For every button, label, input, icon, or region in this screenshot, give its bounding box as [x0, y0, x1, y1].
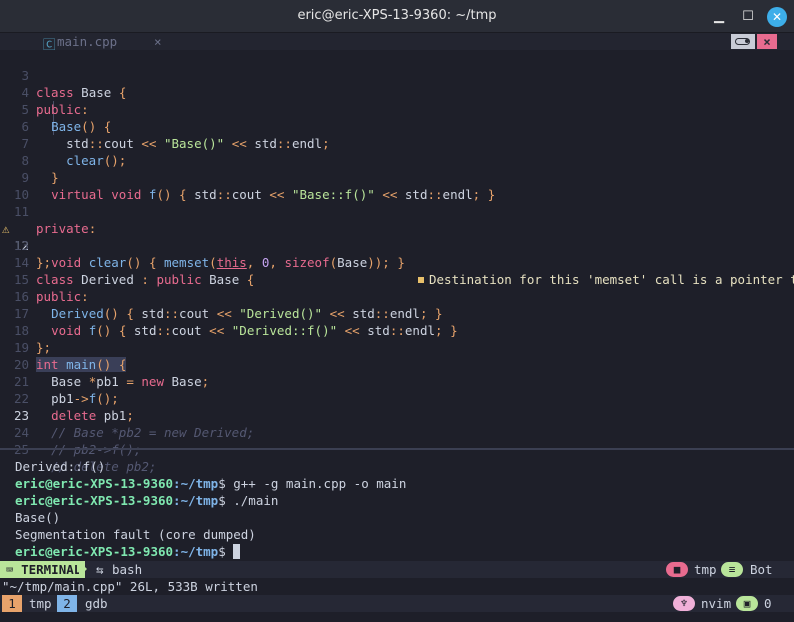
- tmux-window-number[interactable]: 1: [2, 595, 22, 612]
- terminal-pane[interactable]: Derived::f() eric@eric-XPS-13-9360:~/tmp…: [0, 450, 794, 561]
- editor-tabline: 🄲 main.cpp × ×: [0, 33, 794, 52]
- window-title: eric@eric-XPS-13-9360: ~/tmp: [297, 8, 497, 23]
- lines-icon: ≡: [728, 563, 736, 576]
- tab-main-cpp[interactable]: 🄲 main.cpp ×: [40, 33, 170, 52]
- close-icon[interactable]: ✕: [767, 7, 787, 27]
- toggle-icon[interactable]: [731, 34, 755, 49]
- terminal-icon: ⌨: [6, 562, 14, 577]
- folder-icon: ■: [673, 563, 681, 576]
- code-line: 16 Derived() { std::cout << "Derived()" …: [0, 271, 794, 321]
- position-text: Bot: [750, 562, 773, 577]
- code-line: 4 public:: [0, 67, 794, 117]
- window-titlebar: eric@eric-XPS-13-9360: ~/tmp ▁ ☐ ✕: [0, 0, 794, 33]
- code-line: 8 }: [0, 135, 794, 185]
- code-line-current: 23 // Base *pb2 = new Derived;: [0, 390, 794, 440]
- bottom-strip: [0, 612, 794, 622]
- terminal-output-line: Segmentation fault (core dumped): [15, 527, 256, 542]
- shell-name: bash: [112, 562, 143, 577]
- tabline-close-button[interactable]: ×: [757, 34, 777, 49]
- code-line: 17 void f() { std::cout << "Derived::f()…: [0, 288, 794, 338]
- tmux-process: nvim: [701, 596, 732, 611]
- code-line: 22 delete pb1;: [0, 373, 794, 423]
- code-line: 24 // pb2->f();: [0, 407, 794, 457]
- tmux-window-number[interactable]: 2: [57, 595, 77, 612]
- tab-close-icon[interactable]: ×: [154, 34, 162, 49]
- code-line: 14 class Derived : public Base {: [0, 237, 794, 287]
- tmux-session: 0: [764, 596, 772, 611]
- code-line: 20 Base *pb1 = new Base;: [0, 339, 794, 389]
- code-line: 18 };: [0, 305, 794, 355]
- minimize-icon[interactable]: ▁: [709, 7, 729, 27]
- tmux-window-name[interactable]: gdb: [85, 595, 108, 612]
- code-line: 13 };: [0, 220, 794, 270]
- tab-filename: main.cpp: [57, 34, 118, 49]
- mode-indicator: ⌨ TERMINAL: [0, 561, 86, 578]
- tmux-window-name[interactable]: tmp: [29, 595, 52, 612]
- code-line: 19 int main() {: [0, 322, 794, 372]
- mode-separator: [79, 561, 87, 577]
- code-line: 11 private:: [0, 186, 794, 236]
- terminal-output-line: Derived::f(): [15, 459, 106, 474]
- code-line: 5 Base() {: [0, 84, 794, 134]
- dir-name: tmp: [694, 562, 717, 577]
- message-line: "~/tmp/main.cpp" 26L, 533B written: [2, 579, 258, 594]
- maximize-icon[interactable]: ☐: [738, 7, 758, 27]
- code-line-warning: ⚠ 12 void clear() { memset(this, 0, size…: [0, 203, 794, 287]
- tmux-statusbar: 1 tmp 2 gdb ♆ nvim ▣ 0: [0, 595, 794, 612]
- terminal-prompt-line: eric@eric-XPS-13-9360:~/tmp$ g++ -g main…: [15, 476, 407, 491]
- statusline: ⌨ TERMINAL ⇆ bash ■ tmp ≡ Bot: [0, 561, 794, 578]
- code-line: 25 // delete pb2;: [0, 424, 794, 474]
- code-line: 6 std::cout << "Base()" << std::endl;: [0, 101, 794, 151]
- terminal-small-icon: ▣: [743, 597, 751, 610]
- terminal-output-line: Base(): [15, 510, 61, 525]
- code-line: 3 class Base {: [0, 50, 794, 100]
- shell-icon: ⇆: [96, 562, 104, 577]
- terminal-prompt-line[interactable]: eric@eric-XPS-13-9360:~/tmp$: [15, 543, 241, 560]
- code-line: 15 public:: [0, 254, 794, 304]
- terminal-prompt-line: eric@eric-XPS-13-9360:~/tmp$ ./main: [15, 493, 279, 508]
- code-line: 21 pb1->f();: [0, 356, 794, 406]
- vim-icon: ♆: [680, 597, 688, 610]
- code-editor[interactable]: 3 class Base { 4 public: 5 Base() { 6 st…: [0, 50, 794, 474]
- code-line: 10: [0, 169, 794, 202]
- terminal-cursor: [233, 544, 241, 559]
- code-line: 9 virtual void f() { std::cout << "Base:…: [0, 152, 794, 202]
- code-line: 7 clear();: [0, 118, 794, 168]
